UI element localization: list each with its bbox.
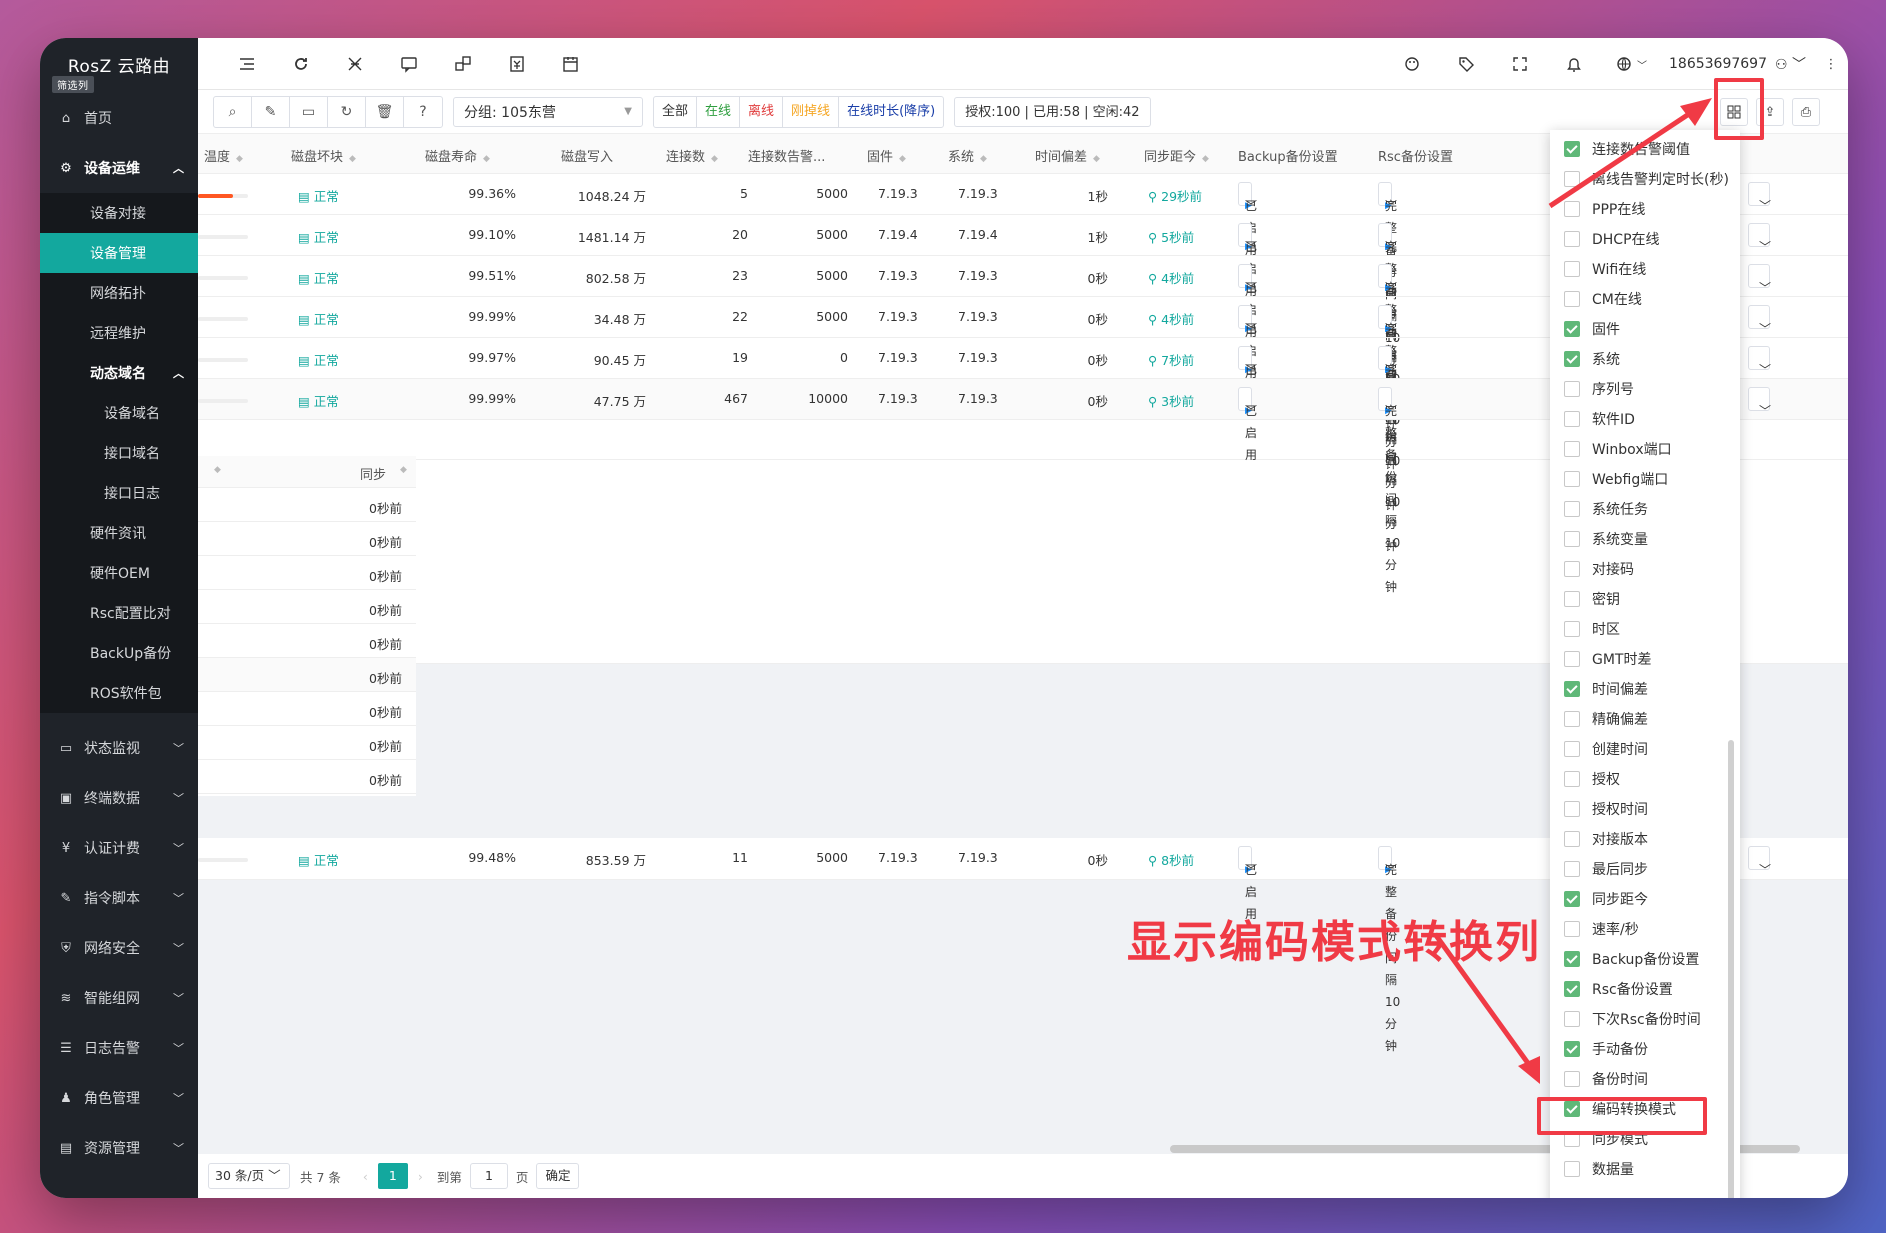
arrow-line-top [1548,107,1697,209]
arrow-head-bottom [1518,1056,1540,1084]
annotation-arrows [1432,98,1712,1084]
arrow-head-top [1680,98,1712,126]
annotation-text: 显示编码模式转换列 [1127,917,1541,968]
app-window: RosZ 云路由 筛选列 ⌂ 首页 ⚙ 设备运维 ︿ 设备对接 设备管理 网络拓… [40,38,1848,1198]
